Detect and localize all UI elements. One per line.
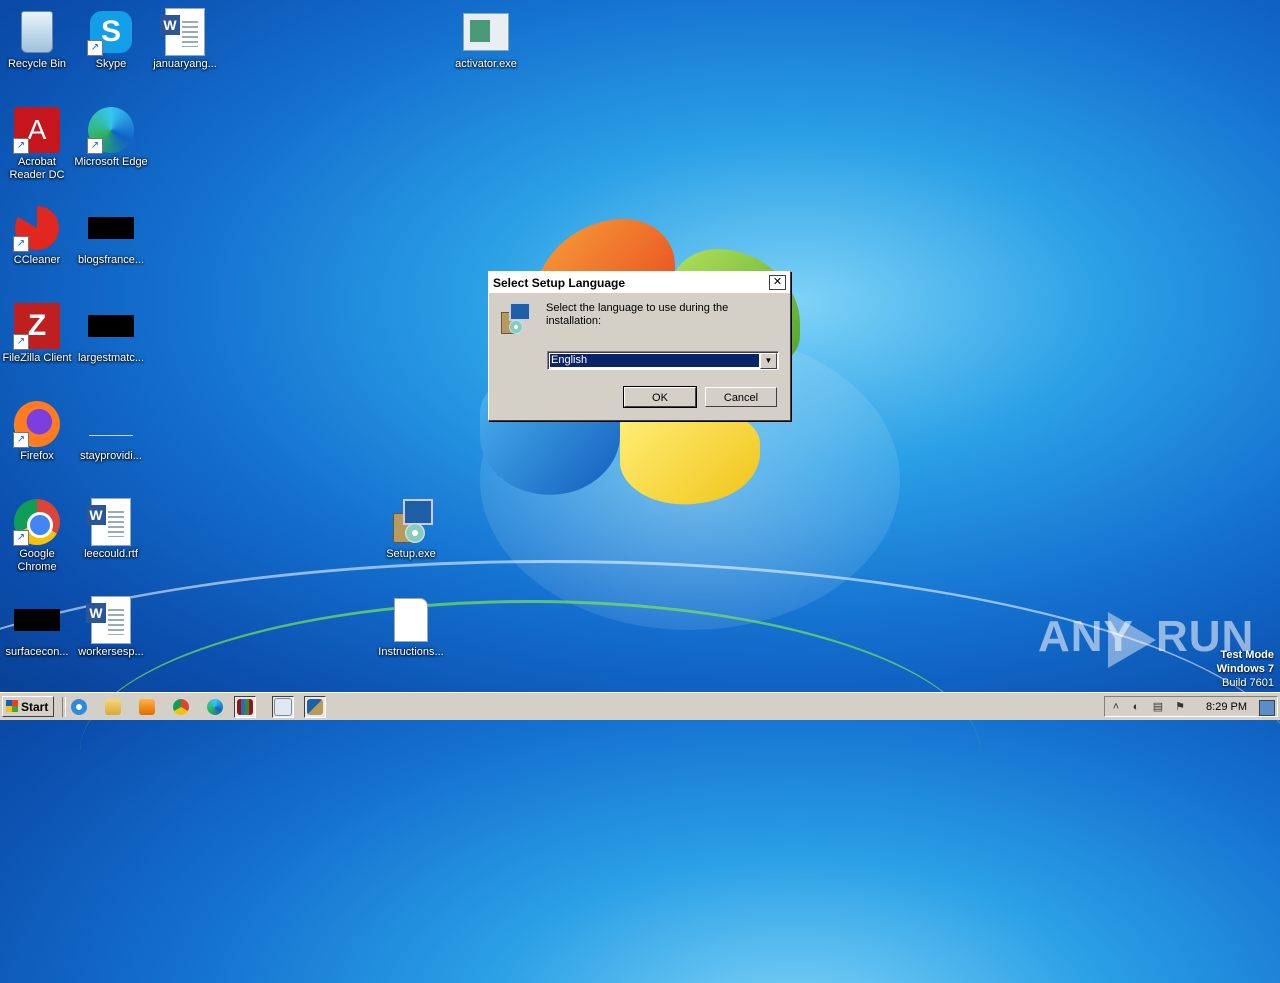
recycle-bin-icon xyxy=(21,11,53,53)
desktop-icon-recycle-bin[interactable]: Recycle Bin xyxy=(0,8,74,71)
desktop-icon-ccleaner[interactable]: ↗ CCleaner xyxy=(0,204,74,267)
internet-explorer-icon[interactable] xyxy=(68,697,90,717)
cancel-button[interactable]: Cancel xyxy=(705,387,777,407)
file-explorer-icon[interactable] xyxy=(102,697,124,717)
redacted-icon xyxy=(88,315,134,337)
notepad-icon[interactable] xyxy=(272,696,294,718)
chevron-up-icon[interactable]: ˄ xyxy=(1109,700,1123,714)
desktop-icon-stayprovidi[interactable]: stayprovidi... xyxy=(74,400,148,463)
desktop-icon-workersesp[interactable]: W workersesp... xyxy=(74,596,148,659)
word-document-icon: W xyxy=(160,8,205,56)
build-text: Build 7601 xyxy=(1222,677,1274,689)
test-mode-label: Test Mode Windows 7 Build 7601 xyxy=(1217,648,1274,690)
windows-flag-icon xyxy=(6,700,18,712)
dialog-message: Select the language to use during the in… xyxy=(546,302,729,327)
media-player-icon[interactable] xyxy=(136,697,158,717)
close-button[interactable]: ✕ xyxy=(769,275,786,290)
shortcut-arrow-icon: ↗ xyxy=(13,138,29,154)
shortcut-arrow-icon: ↗ xyxy=(13,530,29,546)
redacted-icon xyxy=(14,609,60,631)
desktop-icon-chrome[interactable]: ↗ Google Chrome xyxy=(0,498,74,574)
taskbar: Start ˄ ◐ ▤ ⚑ 8:29 PM xyxy=(0,692,1280,720)
language-select[interactable]: English ▼ xyxy=(547,351,779,370)
edge-icon[interactable] xyxy=(204,697,226,717)
word-document-icon: W xyxy=(86,596,131,644)
system-tray: ˄ ◐ ▤ ⚑ 8:29 PM xyxy=(1104,696,1278,717)
show-desktop-icon[interactable] xyxy=(1259,700,1275,716)
test-mode-text: Test Mode xyxy=(1220,649,1274,661)
setup-icon[interactable] xyxy=(304,696,326,718)
installer-icon xyxy=(389,499,433,545)
desktop-icon-acrobat[interactable]: A ↗ Acrobat Reader DC xyxy=(0,106,74,182)
word-document-icon: W xyxy=(86,498,131,546)
desktop-icon-filezilla[interactable]: Z ↗ FileZilla Client xyxy=(0,302,74,365)
desktop-icon-leecould[interactable]: W leecould.rtf xyxy=(74,498,148,561)
ok-button[interactable]: OK xyxy=(623,386,697,408)
blank-file-icon xyxy=(89,413,133,436)
desktop-icon-blogsfrance[interactable]: blogsfrance... xyxy=(74,204,148,267)
redacted-icon xyxy=(88,217,134,239)
desktop-icon-surfacecon[interactable]: surfacecon... xyxy=(0,596,74,659)
exe-icon xyxy=(463,13,509,51)
chrome-icon[interactable] xyxy=(170,697,192,717)
desktop-icon-firefox[interactable]: ↗ Firefox xyxy=(0,400,74,463)
dialog-titlebar[interactable]: Select Setup Language ✕ xyxy=(489,272,790,293)
winrar-icon[interactable] xyxy=(234,696,256,718)
shortcut-arrow-icon: ↗ xyxy=(87,138,103,154)
anyrun-watermark: ANY RUN xyxy=(1038,612,1253,672)
shortcut-arrow-icon: ↗ xyxy=(13,432,29,448)
desktop-icon-setup[interactable]: Setup.exe xyxy=(374,498,448,561)
network-icon[interactable]: ▤ xyxy=(1151,700,1165,714)
text-file-icon xyxy=(394,598,428,642)
shortcut-arrow-icon: ↗ xyxy=(13,236,29,252)
setup-language-dialog: Select Setup Language ✕ Select the langu… xyxy=(488,271,791,421)
play-icon xyxy=(1108,612,1156,668)
language-select-value: English xyxy=(550,354,759,367)
start-label: Start xyxy=(21,700,49,714)
volume-icon[interactable]: ◐ xyxy=(1129,700,1143,714)
dropdown-arrow-icon[interactable]: ▼ xyxy=(760,353,777,369)
desktop-icon-activator[interactable]: activator.exe xyxy=(449,8,523,71)
os-text: Windows 7 xyxy=(1216,663,1274,675)
desktop-icon-januaryang[interactable]: W januaryang... xyxy=(148,8,222,71)
dialog-title: Select Setup Language xyxy=(493,275,626,290)
desktop-icon-edge[interactable]: ↗ Microsoft Edge xyxy=(74,106,148,169)
desktop-icon-largestmatc[interactable]: largestmatc... xyxy=(74,302,148,365)
clock[interactable]: 8:29 PM xyxy=(1206,700,1247,714)
flag-icon[interactable]: ⚑ xyxy=(1173,700,1187,714)
shortcut-arrow-icon: ↗ xyxy=(13,334,29,350)
installer-icon xyxy=(499,302,531,334)
shortcut-arrow-icon: ↗ xyxy=(87,40,103,56)
start-button[interactable]: Start xyxy=(2,696,54,717)
desktop-icon-instructions[interactable]: Instructions... xyxy=(374,596,448,659)
desktop-icon-skype[interactable]: S ↗ Skype xyxy=(74,8,148,71)
taskbar-separator xyxy=(62,697,66,717)
